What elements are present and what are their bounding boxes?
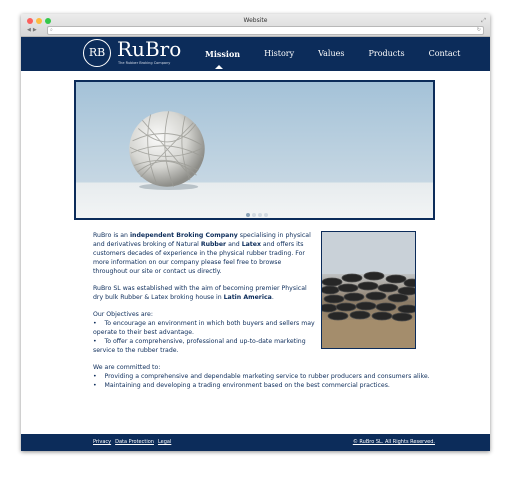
bold-text: Latex <box>241 241 261 248</box>
reload-icon[interactable]: ↻ <box>477 27 481 33</box>
objective-text: To offer a comprehensive, professional a… <box>93 338 306 354</box>
commitment-item: • Maintaining and developing a trading e… <box>93 382 390 389</box>
intro-paragraph: RuBro is an independent Broking Company … <box>93 232 311 275</box>
active-menu-caret <box>215 65 223 69</box>
objective-item: • To offer a comprehensive, professional… <box>93 338 306 354</box>
footer-link-legal[interactable]: Legal <box>158 439 171 445</box>
commitment-text: Maintaining and developing a trading env… <box>104 382 390 389</box>
nav-item-products[interactable]: Products <box>368 49 404 59</box>
address-bar[interactable]: ⌕ ↻ <box>47 26 484 35</box>
site-header: RB RuBro The Rubber Broking Company Miss… <box>21 37 490 71</box>
hero-banner <box>74 80 435 220</box>
logo-name[interactable]: RuBro <box>117 38 181 60</box>
logo-tagline: The Rubber Broking Company <box>118 61 171 65</box>
latin-america-paragraph: RuBro SL was established with the aim of… <box>93 285 307 301</box>
commitment-text: Providing a comprehensive and dependable… <box>104 373 430 380</box>
bold-text: Latin America <box>223 294 272 301</box>
forward-icon[interactable]: ▶ <box>33 27 37 33</box>
slider-dot[interactable] <box>264 213 268 217</box>
title-bar: Website ⤢ ◀ ▶ ⌕ ↻ <box>21 14 490 37</box>
nav-item-values[interactable]: Values <box>318 49 344 59</box>
nav-item-contact[interactable]: Contact <box>429 49 461 59</box>
tire-pile-illustration <box>322 232 415 348</box>
bold-text: Rubber <box>200 241 227 248</box>
search-icon: ⌕ <box>50 27 53 33</box>
copyright-link[interactable]: © RuBro SL. All Rights Reserved. <box>353 439 435 445</box>
window-title: Website <box>243 17 268 24</box>
footer-links: Privacy Data Protection Legal <box>93 439 171 445</box>
footer-link-privacy[interactable]: Privacy <box>93 439 111 445</box>
bold-text: independent Broking Company <box>129 232 238 239</box>
nav-item-mission[interactable]: Mission <box>205 49 240 59</box>
tire-pile-photo <box>321 231 416 349</box>
resize-icon[interactable]: ⤢ <box>481 17 486 25</box>
objective-text: To encourage an environment in which bot… <box>93 320 315 336</box>
slider-dot[interactable] <box>246 213 250 217</box>
commitments: We are committed to: • Providing a compr… <box>93 363 430 390</box>
footer-link-data-protection[interactable]: Data Protection <box>115 439 154 445</box>
rubber-band-ball-image <box>129 111 205 190</box>
slider-dots <box>246 213 268 217</box>
nav-item-history[interactable]: History <box>264 49 294 59</box>
objective-item: • To encourage an environment in which b… <box>93 320 315 336</box>
logo-badge[interactable]: RB <box>83 39 111 67</box>
back-icon[interactable]: ◀ <box>27 27 31 33</box>
intro-text: RuBro is an independent Broking Company … <box>93 231 315 363</box>
main-menu: Mission History Values Products Contact <box>205 49 484 59</box>
site-footer: Privacy Data Protection Legal © RuBro SL. … <box>21 434 490 451</box>
browser-window: Website ⤢ ◀ ▶ ⌕ ↻ RB RuBro The Rubber Br… <box>21 14 490 451</box>
commitments-heading: We are committed to: <box>93 364 161 371</box>
slider-dot[interactable] <box>258 213 262 217</box>
slider-dot[interactable] <box>252 213 256 217</box>
history-nav: ◀ ▶ <box>27 27 37 33</box>
commitment-item: • Providing a comprehensive and dependab… <box>93 373 430 380</box>
objectives-heading: Our Objectives are: <box>93 311 153 318</box>
